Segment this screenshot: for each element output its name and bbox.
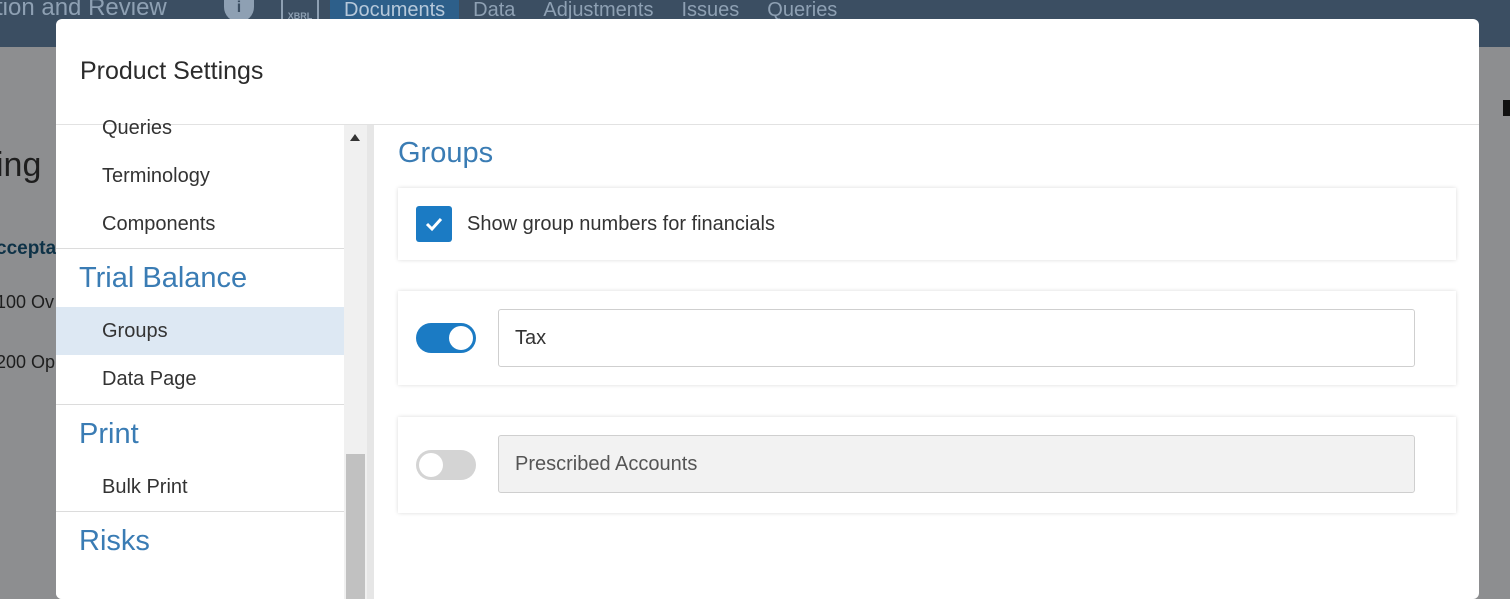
background-edge-mark [1503,100,1510,116]
sidebar-scrollbar[interactable] [344,125,367,599]
toggle-knob [419,453,443,477]
show-group-numbers-label: Show group numbers for financials [467,213,775,235]
show-group-numbers-checkbox[interactable] [416,206,452,242]
group-tax-toggle[interactable] [416,323,476,353]
tab-queries: Queries [767,0,838,21]
settings-content: Groups Show group numbers for financials… [374,125,1479,599]
sidebar-item-terminology[interactable]: Terminology [56,152,344,200]
sidebar-section-risks: Risks [79,525,150,557]
background-tabs: Documents Data Adjustments Issues Querie… [330,0,851,21]
background-row: 100 Ov [0,292,55,312]
sidebar-item-components[interactable]: Components [56,200,344,248]
scrollbar-thumb[interactable] [346,454,365,599]
tab-adjustments: Adjustments [543,0,654,21]
background-accept-label: ccepta [0,238,57,259]
scroll-up-arrow-icon[interactable] [350,134,360,141]
sidebar-section-trial-balance: Trial Balance [79,262,248,294]
sidebar-item-groups[interactable]: Groups [56,307,344,355]
panel-divider [367,125,374,599]
sidebar-divider [56,404,344,405]
sidebar-item-queries[interactable]: Queries [56,104,344,152]
group-prescribed-accounts-name-input[interactable]: Prescribed Accounts [498,435,1415,493]
sidebar-item-bulk-print[interactable]: Bulk Print [56,463,344,511]
group-card-prescribed-accounts: Prescribed Accounts [398,417,1456,513]
sidebar-divider [56,511,344,512]
toggle-knob [449,326,473,350]
tab-documents: Documents [330,0,460,21]
checkmark-icon [425,217,443,232]
sidebar-section-print: Print [79,418,139,450]
sidebar-divider [56,248,344,249]
settings-sidebar: Queries Terminology Components Trial Bal… [56,117,344,599]
group-tax-name-input[interactable]: Tax [498,309,1415,367]
product-settings-dialog: Product Settings Queries Terminology Com… [56,19,1479,599]
background-heading: ing [0,146,42,184]
tab-issues: Issues [681,0,740,21]
dialog-title: Product Settings [80,57,264,85]
show-group-numbers-card: Show group numbers for financials [398,188,1456,260]
background-row: 200 Op [0,352,56,372]
group-card-tax: Tax [398,291,1456,385]
tab-data: Data [473,0,516,21]
sidebar-item-data-page[interactable]: Data Page [56,355,344,403]
section-title: Groups [398,137,494,169]
group-prescribed-accounts-toggle[interactable] [416,450,476,480]
